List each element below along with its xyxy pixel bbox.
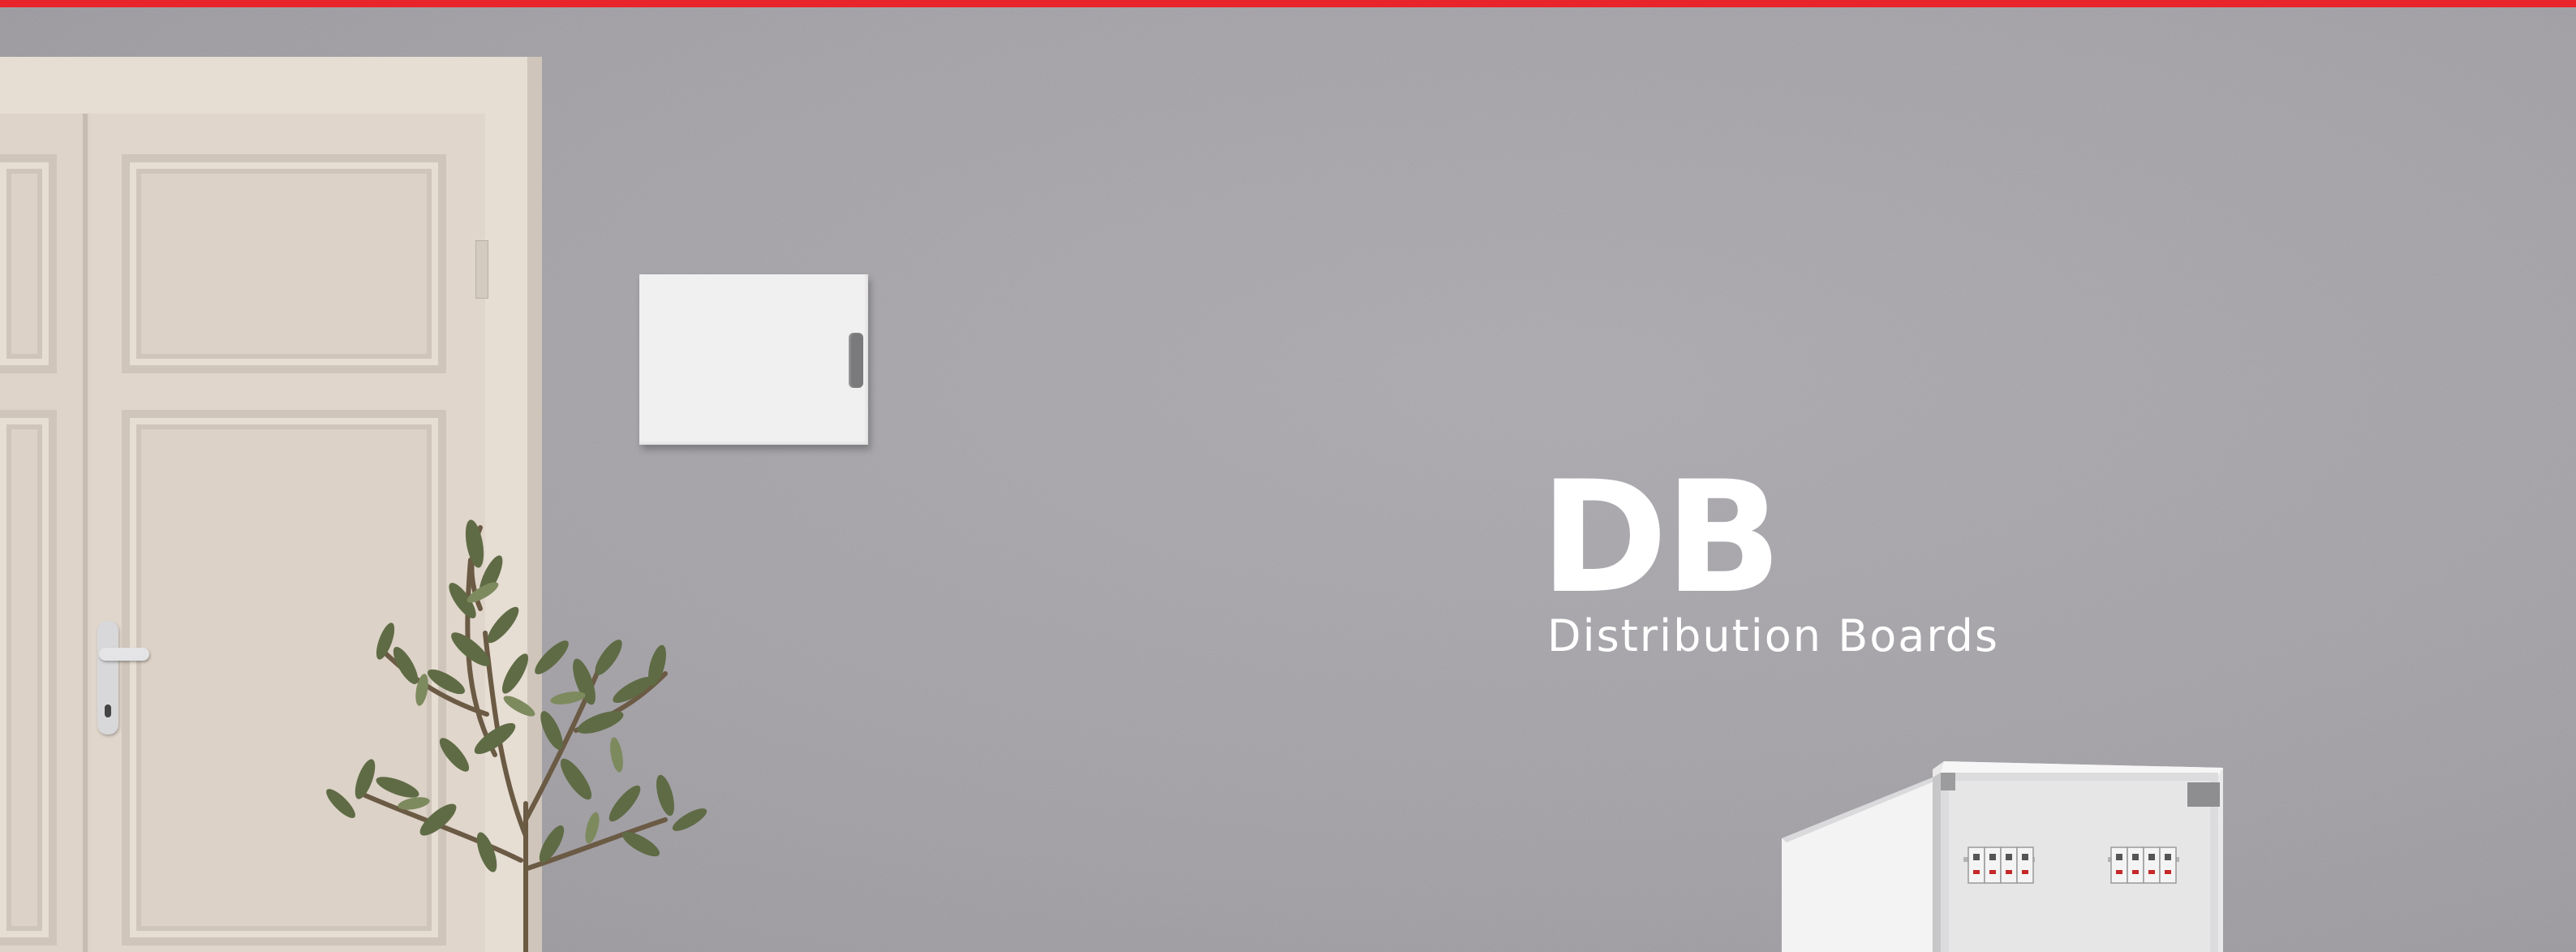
olive-plant-image	[326, 519, 707, 952]
hero-banner: DB Distribution Boards	[0, 0, 2576, 952]
door-handle-plate	[97, 621, 118, 734]
door-handle-lever	[99, 648, 149, 661]
wall-box-image	[639, 274, 868, 445]
door-panel-bottom-left	[0, 410, 57, 946]
door-hinge	[475, 240, 488, 299]
door-keyhole	[105, 704, 111, 717]
open-distribution-board-image	[1782, 761, 2223, 952]
door-panel-top-left	[0, 154, 57, 373]
door-panel-top-right	[122, 154, 446, 373]
wall-box-handle	[849, 333, 863, 388]
hero-subtitle: Distribution Boards	[1547, 610, 2000, 661]
accent-top-bar	[0, 0, 2576, 7]
hero-title: DB	[1540, 448, 1783, 627]
